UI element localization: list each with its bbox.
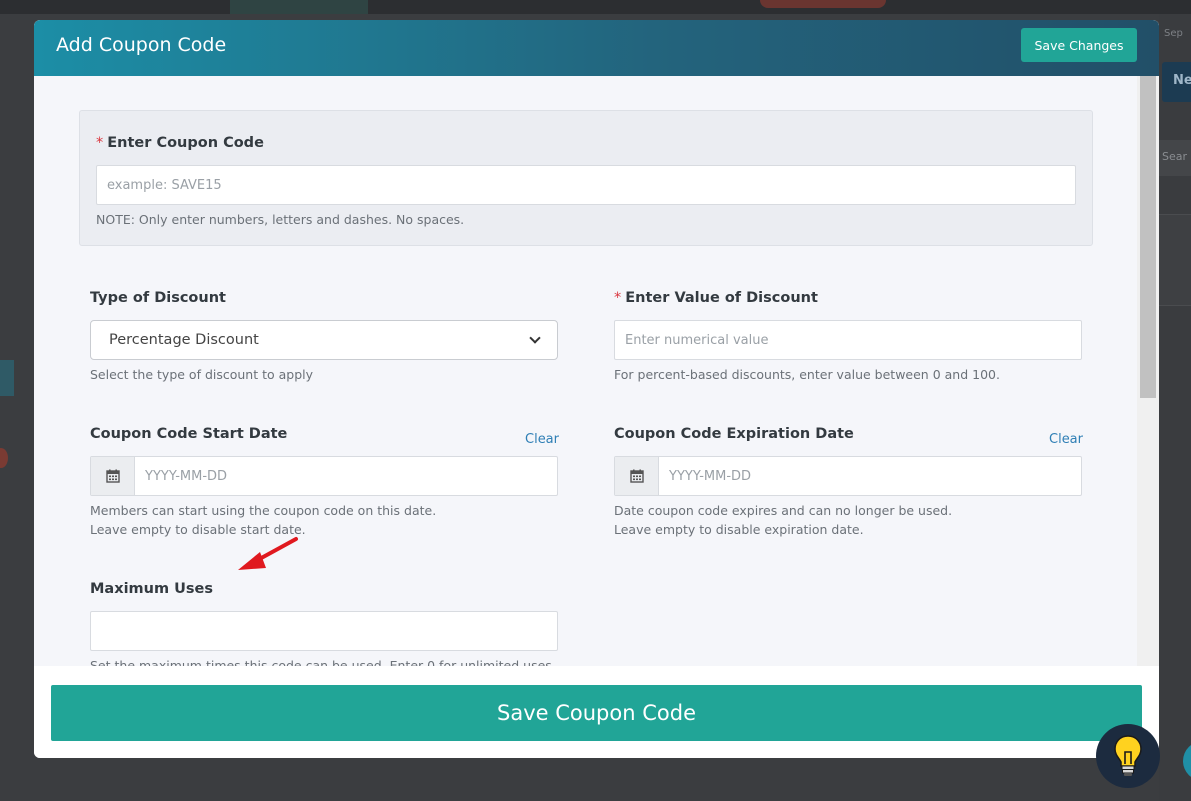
lightbulb-icon[interactable]	[1096, 724, 1160, 788]
start-date-input[interactable]: YYYY-MM-DD	[90, 456, 558, 496]
add-coupon-modal: Add Coupon Code Save Changes * Enter Coup…	[34, 20, 1159, 758]
background-badge	[760, 0, 886, 8]
calendar-icon[interactable]	[91, 457, 135, 495]
scrollbar-thumb[interactable]	[1140, 76, 1156, 398]
required-mark: *	[614, 290, 622, 306]
modal-footer: Save Coupon Code	[34, 666, 1159, 758]
coupon-code-note: NOTE: Only enter numbers, letters and da…	[96, 212, 465, 227]
background-search: Sear	[1159, 140, 1191, 176]
required-mark: *	[96, 135, 104, 151]
background-new-button: Ne	[1162, 62, 1191, 102]
coupon-code-label: * Enter Coupon Code	[96, 135, 264, 151]
discount-type-selected: Percentage Discount	[109, 332, 259, 348]
coupon-code-panel: * Enter Coupon Code example: SAVE15 NOTE:…	[79, 110, 1093, 246]
max-uses-input[interactable]	[90, 611, 558, 651]
start-date-placeholder: YYYY-MM-DD	[145, 468, 228, 484]
expiration-date-help-1: Date coupon code expires and can no long…	[614, 503, 953, 518]
max-uses-label: Maximum Uses	[90, 581, 213, 597]
modal-header: Add Coupon Code Save Changes	[34, 20, 1159, 76]
background-dot	[0, 448, 8, 468]
background-topbar	[0, 0, 1191, 14]
calendar-icon[interactable]	[615, 457, 659, 495]
start-date-clear-link[interactable]: Clear	[525, 432, 559, 447]
modal-scrollbar[interactable]	[1137, 76, 1159, 666]
modal-title: Add Coupon Code	[56, 34, 227, 56]
expiration-date-label: Coupon Code Expiration Date	[614, 426, 854, 442]
expiration-date-placeholder: YYYY-MM-DD	[669, 468, 752, 484]
start-date-help-1: Members can start using the coupon code …	[90, 503, 437, 518]
discount-value-input[interactable]: Enter numerical value	[614, 320, 1082, 360]
chevron-down-icon	[529, 332, 541, 344]
coupon-code-label-text: Enter Coupon Code	[107, 135, 264, 151]
background-sep-text: Sep	[1164, 28, 1183, 39]
max-uses-help: Set the maximum times this code can be u…	[90, 658, 556, 666]
discount-value-label-text: Enter Value of Discount	[625, 290, 818, 306]
save-coupon-code-button[interactable]: Save Coupon Code	[51, 685, 1142, 741]
modal-body: * Enter Coupon Code example: SAVE15 NOTE:…	[34, 76, 1137, 666]
start-date-label: Coupon Code Start Date	[90, 426, 288, 442]
expiration-date-help-2: Leave empty to disable expiration date.	[614, 522, 864, 537]
discount-type-select[interactable]: Percentage Discount	[90, 320, 558, 360]
background-right-panel: Sep Ne Sear	[1159, 14, 1191, 801]
save-changes-button[interactable]: Save Changes	[1021, 28, 1137, 62]
background-tab	[230, 0, 368, 14]
annotation-arrow	[238, 537, 298, 570]
coupon-code-input[interactable]: example: SAVE15	[96, 165, 1076, 205]
expiration-date-input[interactable]: YYYY-MM-DD	[614, 456, 1082, 496]
background-sidebar-marker	[0, 360, 14, 396]
discount-type-help: Select the type of discount to apply	[90, 367, 314, 382]
discount-value-help: For percent-based discounts, enter value…	[614, 367, 1000, 382]
expiration-date-clear-link[interactable]: Clear	[1049, 432, 1083, 447]
background-row	[1159, 214, 1191, 306]
discount-value-label: * Enter Value of Discount	[614, 290, 818, 306]
discount-type-label: Type of Discount	[90, 290, 226, 306]
